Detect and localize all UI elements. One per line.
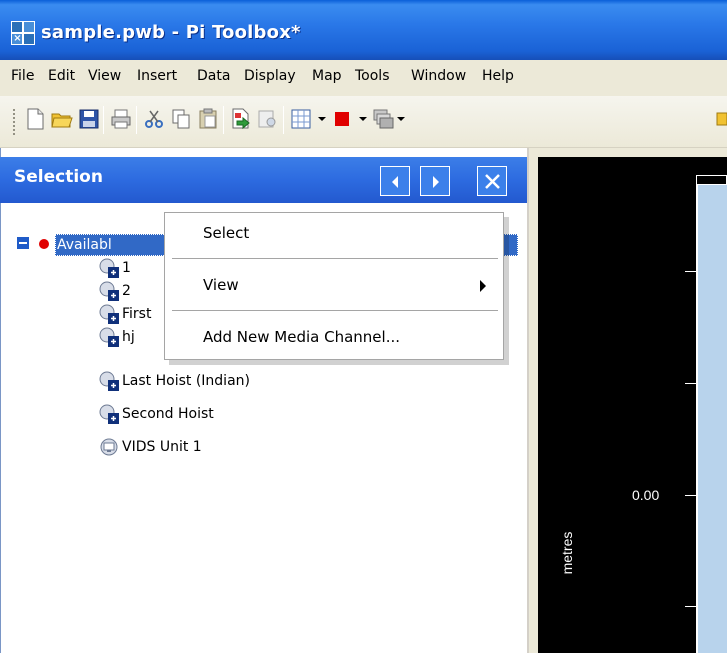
plot-top-marker	[696, 175, 727, 185]
submenu-arrow-icon	[480, 280, 486, 292]
menu-file[interactable]: File	[11, 68, 34, 84]
tree-collapse-toggle[interactable]	[16, 236, 30, 250]
layers-icon[interactable]	[371, 107, 395, 131]
toolbar-separator	[136, 106, 137, 134]
tree-item-first[interactable]: First	[122, 303, 151, 325]
panel-title: Selection	[14, 167, 103, 187]
y-axis-tick	[685, 495, 696, 496]
device-icon	[98, 403, 120, 425]
menu-item-add-media-channel[interactable]: Add New Media Channel...	[203, 328, 400, 346]
menu-data[interactable]: Data	[197, 68, 230, 84]
next-button[interactable]	[420, 166, 450, 196]
tree-item-2[interactable]: 2	[122, 280, 131, 302]
export-icon[interactable]	[229, 107, 253, 131]
toolbar-separator	[103, 106, 104, 134]
y-axis-tick-label: 0.00	[632, 487, 660, 503]
menu-item-select[interactable]: Select	[203, 224, 249, 242]
menu-bar: File Edit View Insert Data Display Map T…	[0, 60, 727, 96]
red-square-icon[interactable]	[330, 107, 354, 131]
device-icon	[98, 303, 120, 325]
window-title: sample.pwb - Pi Toolbox*	[41, 22, 301, 43]
menu-window[interactable]: Window	[411, 68, 466, 84]
toolbar-grip[interactable]	[12, 108, 16, 136]
y-axis-tick	[685, 606, 696, 607]
monitor-icon	[98, 436, 120, 458]
toolbar-separator	[223, 106, 224, 134]
toolbar-overflow-icon[interactable]	[715, 107, 727, 131]
search-icon[interactable]	[256, 107, 280, 131]
device-icon	[98, 326, 120, 348]
copy-icon[interactable]	[169, 107, 193, 131]
tree-item-1[interactable]: 1	[122, 257, 131, 279]
y-axis-tick	[685, 271, 696, 272]
cut-icon[interactable]	[142, 107, 166, 131]
menu-display[interactable]: Display	[244, 68, 296, 84]
menu-separator	[172, 310, 498, 311]
menu-tools[interactable]: Tools	[355, 68, 390, 84]
color-dropdown-arrow[interactable]	[359, 117, 367, 121]
y-axis-unit-label: metres	[559, 531, 575, 575]
menu-help[interactable]: Help	[482, 68, 514, 84]
grid-dropdown-arrow[interactable]	[318, 117, 326, 121]
tree-item-last-hoist[interactable]: Last Hoist (Indian)	[122, 370, 250, 392]
open-folder-icon[interactable]	[50, 107, 74, 131]
device-icon	[98, 257, 120, 279]
plot-area[interactable]	[696, 175, 727, 653]
previous-button[interactable]	[380, 166, 410, 196]
save-icon[interactable]	[77, 107, 101, 131]
tree-item-hj[interactable]: hj	[122, 326, 135, 348]
tree-item-second-hoist[interactable]: Second Hoist	[122, 403, 214, 425]
y-axis-tick	[685, 383, 696, 384]
grid-icon[interactable]	[289, 107, 313, 131]
device-icon	[98, 280, 120, 302]
menu-view[interactable]: View	[88, 68, 121, 84]
menu-edit[interactable]: Edit	[48, 68, 75, 84]
paste-icon[interactable]	[196, 107, 220, 131]
device-icon	[98, 370, 120, 392]
app-icon: ×	[11, 21, 35, 45]
layers-dropdown-arrow[interactable]	[397, 117, 405, 121]
toolbar-separator	[283, 106, 284, 134]
record-status-icon	[37, 237, 51, 251]
new-document-icon[interactable]	[23, 107, 47, 131]
menu-insert[interactable]: Insert	[137, 68, 177, 84]
tree-root-label: Availabl	[57, 237, 112, 253]
print-icon[interactable]	[109, 107, 133, 131]
tree-item-vids-unit[interactable]: VIDS Unit 1	[122, 436, 202, 458]
menu-separator	[172, 258, 498, 259]
menu-map[interactable]: Map	[312, 68, 342, 84]
menu-item-view[interactable]: View	[203, 276, 239, 294]
close-panel-button[interactable]	[477, 166, 507, 196]
toolbar	[0, 96, 727, 148]
